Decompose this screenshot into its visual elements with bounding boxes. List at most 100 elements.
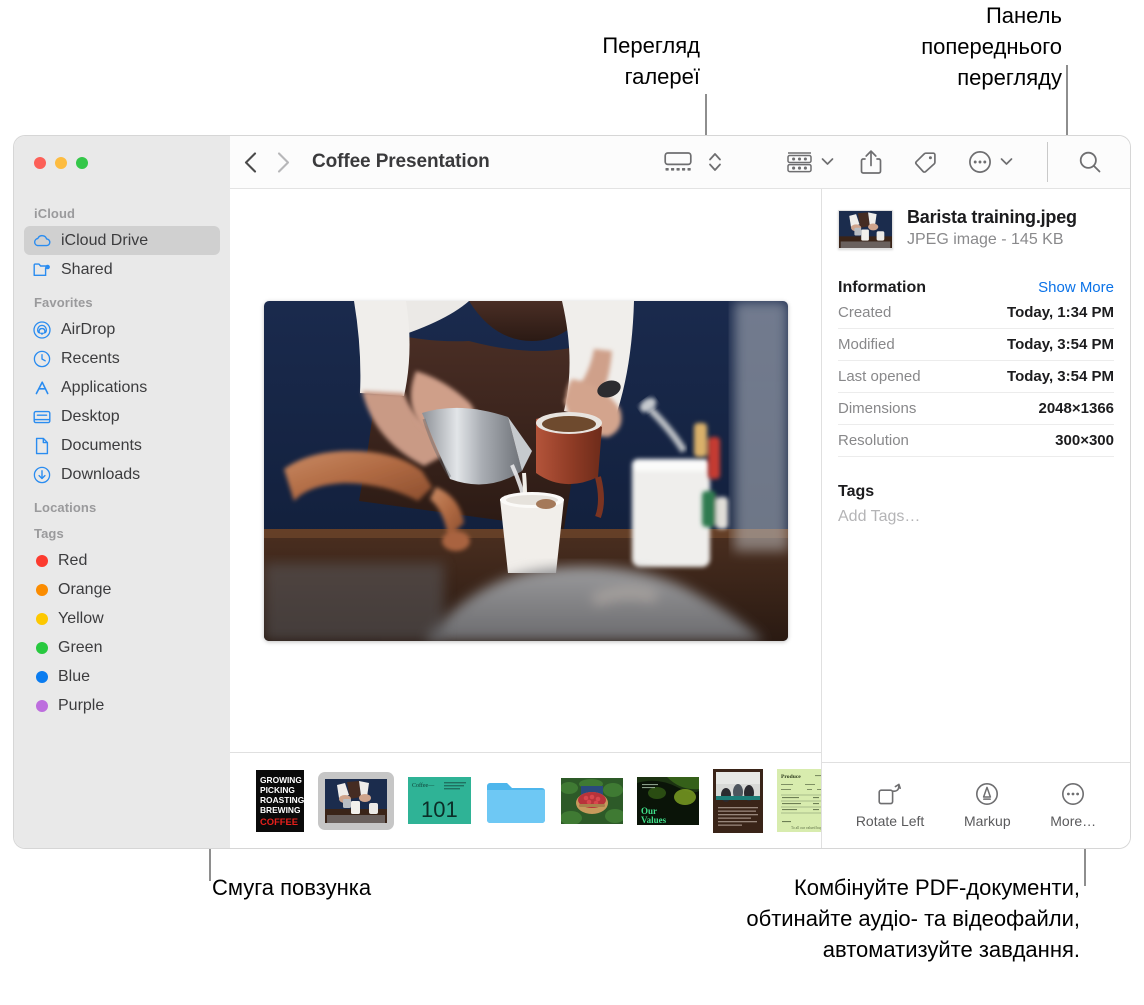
- sidebar-item-recents[interactable]: Recents: [24, 344, 220, 373]
- chevron-down-icon[interactable]: [821, 153, 834, 171]
- coffee-cherries-basket-photo: [561, 777, 623, 824]
- callout-preview-panel: Панель попереднього перегляду: [921, 3, 1062, 90]
- sidebar-tag-yellow[interactable]: Yellow: [24, 604, 220, 633]
- filmstrip-item-our-values[interactable]: Our Values: [637, 776, 699, 825]
- zoom-button[interactable]: [76, 156, 88, 169]
- sidebar-tag-red[interactable]: Red: [24, 546, 220, 575]
- sidebar-item-applications[interactable]: Applications: [24, 373, 220, 402]
- sidebar-item-label: Red: [58, 551, 88, 569]
- filmstrip-item-folder[interactable]: [485, 776, 547, 826]
- info-row-last-opened: Last opened Today, 3:54 PM: [838, 361, 1114, 393]
- preview-panel: Barista training.jpeg JPEG image - 145 K…: [821, 189, 1130, 848]
- sidebar-item-shared[interactable]: Shared: [24, 255, 220, 284]
- window-toolbar: Coffee Presentation: [14, 136, 1130, 189]
- info-row-dimensions: Dimensions 2048×1366: [838, 393, 1114, 425]
- barista-training-thumbnail: [325, 778, 387, 823]
- downloads-icon: [32, 466, 51, 484]
- shared-folder-icon: [32, 262, 51, 278]
- svg-text:PICKING: PICKING: [260, 785, 295, 795]
- blue-folder-icon: [487, 782, 545, 823]
- sidebar-tag-purple[interactable]: Purple: [24, 691, 220, 720]
- info-row-created: Created Today, 1:34 PM: [838, 297, 1114, 329]
- sidebar-item-label: AirDrop: [61, 320, 116, 338]
- sidebar-item-airdrop[interactable]: AirDrop: [24, 315, 220, 344]
- info-value: Today, 3:54 PM: [1007, 336, 1114, 353]
- preview-action-bar: Rotate Left Markup More…: [822, 762, 1130, 848]
- add-tags-input[interactable]: Add Tags…: [838, 508, 1114, 526]
- sidebar-header-icloud: iCloud: [34, 206, 76, 221]
- sidebar-item-label: Purple: [58, 696, 105, 714]
- info-row-resolution: Resolution 300×300: [838, 425, 1114, 457]
- preview-thumbnail: [838, 210, 893, 249]
- gallery-hero-image[interactable]: [263, 300, 788, 641]
- sidebar-item-icloud-drive[interactable]: iCloud Drive: [24, 226, 220, 255]
- rotate-left-icon: [877, 782, 903, 806]
- markup-button[interactable]: Markup: [964, 782, 1011, 829]
- callout-gallery-view-leader: [705, 94, 707, 142]
- applications-icon: [32, 379, 51, 397]
- sidebar-item-label: Downloads: [61, 465, 141, 483]
- svg-text:101: 101: [421, 797, 458, 822]
- rotate-left-button[interactable]: Rotate Left: [856, 782, 924, 829]
- filmstrip-item-produce-form[interactable]: Produce To all our valued bu: [777, 769, 821, 832]
- filmstrip-scroller[interactable]: GROWING PICKING ROASTING BREWING COFFEE: [230, 752, 821, 848]
- close-button[interactable]: [34, 156, 46, 169]
- tag-dot-yellow-icon: [36, 612, 48, 625]
- preview-info: Barista training.jpeg JPEG image - 145 K…: [822, 189, 1130, 762]
- sidebar-tag-blue[interactable]: Blue: [24, 662, 220, 691]
- our-values-slide: Our Values: [637, 776, 699, 825]
- share-icon[interactable]: [856, 147, 886, 177]
- callout-scrollbar: Смуга повзунка: [212, 875, 372, 900]
- sidebar-item-label: Documents: [61, 436, 142, 454]
- group-items-icon[interactable]: [782, 148, 817, 176]
- filmstrip-item-coffee-cherries[interactable]: [561, 777, 623, 824]
- sidebar-item-label: Applications: [61, 378, 148, 396]
- tag-dot-blue-icon: [36, 670, 48, 683]
- sidebar-tag-green[interactable]: Green: [24, 633, 220, 662]
- view-options-stepper-icon[interactable]: [704, 148, 726, 176]
- svg-text:To all our valued buyers!: To all our valued buyers!: [791, 826, 821, 830]
- sidebar-item-label: Desktop: [61, 407, 120, 425]
- tag-dot-purple-icon: [36, 699, 48, 712]
- chevron-down-icon-2[interactable]: [1000, 153, 1013, 171]
- svg-text:Values: Values: [641, 815, 667, 825]
- filmstrip-item-meeting-document[interactable]: [713, 768, 763, 833]
- tag-dot-red-icon: [36, 554, 48, 567]
- filmstrip-item-barista-training[interactable]: [318, 771, 394, 830]
- sidebar-item-label: iCloud Drive: [61, 231, 149, 249]
- callout-gallery-view: Перегляд галереї: [602, 33, 700, 89]
- preview-tags-title: Tags: [838, 483, 875, 500]
- sidebar-item-desktop[interactable]: Desktop: [24, 402, 220, 431]
- back-icon[interactable]: [244, 151, 257, 173]
- sidebar-tag-orange[interactable]: Orange: [24, 575, 220, 604]
- toolbar-main: Coffee Presentation: [230, 136, 1130, 189]
- forward-icon[interactable]: [277, 151, 290, 173]
- filmstrip-item-coffee-101[interactable]: Coffee— 101: [408, 777, 471, 824]
- minimize-button[interactable]: [55, 156, 67, 169]
- sidebar-item-label: Shared: [61, 260, 113, 278]
- show-more-link[interactable]: Show More: [1038, 279, 1114, 296]
- sidebar: iCloud iCloud Drive Shared Favorites Air…: [14, 189, 230, 848]
- navigation-arrows: [244, 151, 290, 173]
- sidebar-item-downloads[interactable]: Downloads: [24, 460, 220, 489]
- sidebar-item-label: Yellow: [58, 609, 104, 627]
- tag-icon[interactable]: [908, 148, 942, 176]
- clock-icon: [32, 350, 51, 368]
- more-label: More…: [1050, 813, 1097, 829]
- gallery-preview-area: [230, 189, 821, 752]
- gallery-view-icon[interactable]: [660, 149, 696, 175]
- sidebar-header-tags: Tags: [34, 526, 64, 541]
- preview-file-meta: Barista training.jpeg JPEG image - 145 K…: [907, 207, 1077, 249]
- filmstrip-item-coffee-poster[interactable]: GROWING PICKING ROASTING BREWING COFFEE: [256, 769, 304, 832]
- sidebar-item-label: Green: [58, 638, 103, 656]
- more-button[interactable]: More…: [1050, 782, 1096, 829]
- search-icon[interactable]: [1074, 148, 1130, 176]
- more-actions-icon[interactable]: [964, 148, 996, 176]
- sidebar-item-documents[interactable]: Documents: [24, 431, 220, 460]
- info-value: Today, 3:54 PM: [1007, 368, 1114, 385]
- svg-text:ROASTING: ROASTING: [260, 795, 304, 805]
- markup-icon: [975, 782, 999, 806]
- tag-dot-green-icon: [36, 641, 48, 654]
- svg-text:Produce: Produce: [781, 774, 801, 780]
- preview-file-kind: JPEG image - 145 KB: [907, 231, 1064, 248]
